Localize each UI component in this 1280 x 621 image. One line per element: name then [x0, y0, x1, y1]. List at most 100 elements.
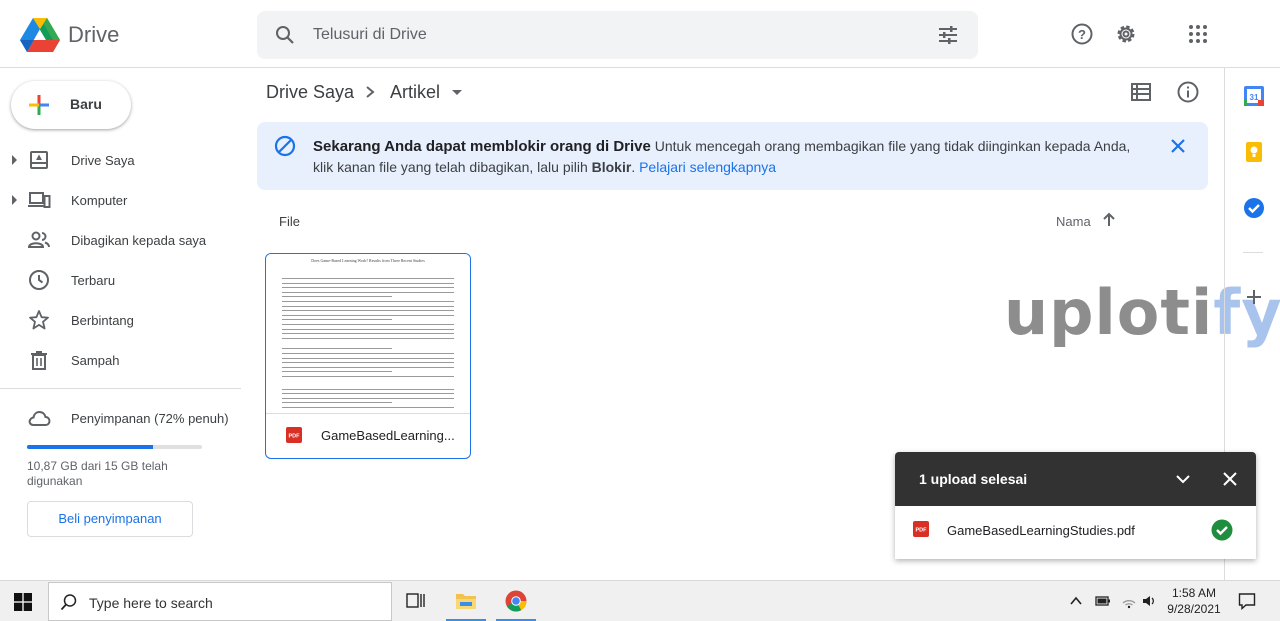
list-view-icon[interactable]	[1129, 80, 1153, 104]
thumbnail-text-line	[282, 314, 454, 316]
folder-dropdown-icon[interactable]	[452, 90, 462, 95]
sidebar-item-label: Dibagikan kepada saya	[71, 233, 207, 248]
taskbar-chrome[interactable]	[492, 581, 540, 621]
thumbnail-text-line	[282, 357, 454, 359]
shared-with-me-icon	[27, 231, 50, 248]
thumbnail-text-line	[282, 376, 454, 377]
help-icon[interactable]: ?	[1070, 22, 1094, 46]
uploaded-file-name[interactable]: GameBasedLearningStudies.pdf	[947, 523, 1135, 538]
chevron-up-icon[interactable]	[1069, 594, 1083, 608]
volume-icon[interactable]	[1141, 593, 1157, 609]
windows-start-icon[interactable]	[14, 593, 32, 611]
learn-more-link[interactable]: Pelajari selengkapnya	[639, 159, 776, 175]
arrow-up-icon[interactable]	[1100, 211, 1118, 229]
thumbnail-text-line	[282, 282, 454, 284]
thumbnail-text-line	[282, 353, 454, 354]
watermark-part1: uploti	[1004, 276, 1214, 349]
thumbnail-text-line	[282, 371, 392, 373]
search-icon	[60, 594, 77, 611]
search-input[interactable]	[313, 23, 913, 47]
thumbnail-text-line	[282, 305, 454, 307]
sidebar-item-label: Terbaru	[71, 273, 116, 288]
task-view-button[interactable]	[392, 581, 440, 621]
calendar-icon[interactable]: 31	[1243, 85, 1265, 107]
buy-storage-button[interactable]: Beli penyimpanan	[27, 501, 193, 537]
thumbnail-text-line	[282, 366, 454, 368]
expand-arrow-icon[interactable]	[12, 195, 17, 205]
windows-taskbar: Type here to search 1:58 AM 9/28/2021	[0, 580, 1280, 621]
sidebar: Baru Drive Saya Komputer Dibagikan kepad…	[0, 68, 241, 580]
thumbnail-text-line	[282, 319, 392, 321]
new-button[interactable]: Baru	[11, 81, 131, 129]
sort-by-name-button[interactable]: Nama	[1056, 214, 1091, 229]
upload-panel-title: 1 upload selesai	[919, 471, 1028, 487]
search-options-icon[interactable]	[936, 23, 960, 47]
svg-text:PDF: PDF	[916, 528, 928, 534]
add-addon-icon[interactable]	[1243, 286, 1265, 308]
google-drive-logo[interactable]	[20, 16, 60, 52]
wifi-icon[interactable]	[1121, 593, 1137, 609]
upload-status-panel: 1 upload selesai PDF GameBasedLearningSt…	[895, 452, 1256, 559]
folder-icon	[456, 594, 476, 609]
taskbar-file-explorer[interactable]	[442, 581, 490, 621]
sidebar-item-starred[interactable]: Berbintang	[0, 304, 241, 336]
thumbnail-text-line	[282, 402, 392, 404]
breadcrumb-my-drive[interactable]: Drive Saya	[266, 82, 354, 103]
search-icon[interactable]	[273, 23, 297, 47]
sidebar-item-trash[interactable]: Sampah	[0, 344, 241, 376]
sidebar-item-label: Sampah	[71, 353, 120, 368]
sidebar-item-recent[interactable]: Terbaru	[0, 264, 241, 296]
computer-icon	[28, 192, 51, 208]
file-card[interactable]: Does Game-Based Learning Work? Results f…	[265, 253, 471, 459]
notification-icon[interactable]	[1238, 592, 1256, 610]
sidebar-item-label: Drive Saya	[71, 153, 135, 168]
banner-period: .	[631, 159, 640, 175]
thumbnail-text-line	[282, 301, 454, 302]
top-bar: Drive ?	[0, 0, 1280, 68]
breadcrumb-current-folder[interactable]: Artikel	[390, 82, 440, 103]
storage-label[interactable]: Penyimpanan (72% penuh)	[71, 411, 229, 426]
block-icon	[274, 135, 296, 157]
taskbar-search-box[interactable]: Type here to search	[48, 582, 392, 621]
taskbar-clock[interactable]: 1:58 AM 9/28/2021	[1166, 585, 1222, 617]
task-view-icon	[406, 593, 425, 608]
sidebar-item-computers[interactable]: Komputer	[0, 184, 241, 216]
cloud-icon[interactable]	[27, 406, 51, 430]
app-name[interactable]: Drive	[68, 22, 119, 48]
file-name: GameBasedLearning...	[321, 428, 455, 443]
new-button-label: Baru	[70, 96, 102, 112]
close-icon[interactable]	[1220, 469, 1240, 489]
sidebar-item-my-drive[interactable]: Drive Saya	[0, 144, 241, 176]
sidebar-item-label: Berbintang	[71, 313, 134, 328]
expand-arrow-icon[interactable]	[12, 155, 17, 165]
svg-text:PDF: PDF	[289, 434, 301, 440]
battery-icon[interactable]	[1095, 594, 1111, 608]
thumbnail-text-line	[282, 397, 454, 399]
my-drive-icon	[30, 151, 48, 169]
thumbnail-text-line	[282, 348, 392, 350]
keep-icon[interactable]	[1243, 141, 1265, 163]
sidebar-item-shared[interactable]: Dibagikan kepada saya	[0, 224, 241, 256]
thumbnail-text-line	[282, 324, 454, 325]
thumbnail-text-line	[282, 362, 454, 364]
sidebar-divider	[0, 388, 241, 389]
info-icon[interactable]	[1176, 80, 1200, 104]
thumbnail-text-line	[282, 310, 454, 312]
settings-gear-icon[interactable]	[1114, 22, 1138, 46]
thumbnail-text-line	[282, 291, 454, 293]
svg-text:?: ?	[1078, 27, 1086, 42]
tasks-icon[interactable]	[1243, 197, 1265, 219]
pdf-icon: PDF	[286, 427, 302, 443]
thumbnail-text-line	[282, 393, 454, 395]
thumbnail-text-line	[282, 328, 454, 330]
upload-panel-header: 1 upload selesai	[895, 452, 1256, 506]
search-bar[interactable]	[257, 11, 978, 59]
chrome-icon	[505, 590, 527, 612]
apps-grid-icon[interactable]	[1186, 22, 1210, 46]
close-icon[interactable]	[1166, 134, 1190, 158]
clock-date: 9/28/2021	[1167, 602, 1221, 616]
thumbnail-title: Does Game-Based Learning Work? Results f…	[311, 258, 425, 263]
chevron-down-icon[interactable]	[1173, 469, 1193, 489]
plus-icon	[29, 95, 49, 115]
thumbnail-text-line	[282, 287, 454, 289]
